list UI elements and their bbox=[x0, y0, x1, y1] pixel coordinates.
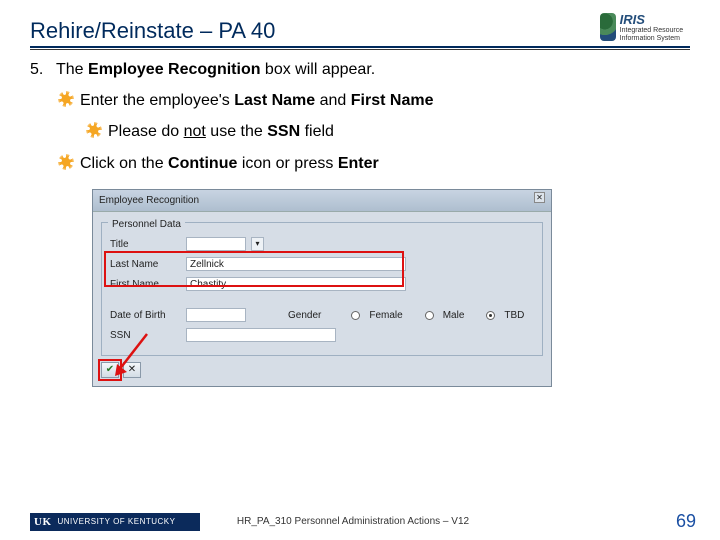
group-legend: Personnel Data bbox=[108, 216, 185, 233]
close-icon[interactable]: ✕ bbox=[534, 192, 545, 203]
bullet-icon bbox=[58, 154, 74, 170]
t: icon or press bbox=[237, 155, 337, 172]
t: use the bbox=[206, 123, 267, 140]
t: Click on the bbox=[80, 155, 168, 172]
title-help-icon[interactable]: ▾ bbox=[251, 237, 264, 251]
t: not bbox=[184, 123, 206, 140]
radio-male[interactable] bbox=[425, 311, 434, 320]
page-number: 69 bbox=[676, 511, 696, 532]
sap-dialog: Employee Recognition ✕ Personnel Data Ti… bbox=[92, 189, 552, 387]
lastname-input[interactable]: Zellnick bbox=[186, 257, 406, 271]
t: Enter the employee's bbox=[80, 92, 234, 109]
label-title: Title bbox=[110, 236, 180, 253]
page-title: Rehire/Reinstate – PA 40 bbox=[30, 18, 600, 44]
iris-logo-text: IRIS bbox=[620, 12, 690, 27]
label-gender: Gender bbox=[288, 307, 321, 324]
label-ssn: SSN bbox=[110, 327, 180, 344]
iris-logo-sub: Integrated Resource Information System bbox=[620, 27, 690, 42]
iris-logo: IRIS Integrated Resource Information Sys… bbox=[600, 10, 690, 44]
footer-text: HR_PA_310 Personnel Administration Actio… bbox=[30, 516, 676, 527]
bullet-enter-names: Enter the employee's Last Name and First… bbox=[80, 87, 433, 114]
radio-female[interactable] bbox=[351, 311, 360, 320]
ssn-input[interactable] bbox=[186, 328, 336, 342]
title-input[interactable] bbox=[186, 237, 246, 251]
bullet-icon bbox=[58, 91, 74, 107]
step-text-pre: The bbox=[56, 61, 88, 78]
bullet-icon bbox=[86, 122, 102, 138]
t: First Name bbox=[351, 92, 434, 109]
step-number: 5. bbox=[30, 56, 48, 83]
t: SSN bbox=[267, 123, 300, 140]
t: and bbox=[315, 92, 351, 109]
radio-female-label: Female bbox=[369, 307, 402, 324]
cancel-button[interactable]: ✕ bbox=[123, 362, 141, 378]
radio-male-label: Male bbox=[443, 307, 465, 324]
label-firstname: First Name bbox=[110, 276, 180, 293]
t: field bbox=[300, 123, 334, 140]
iris-logo-mark bbox=[600, 13, 616, 41]
t: Last Name bbox=[234, 92, 315, 109]
step-text-bold: Employee Recognition bbox=[88, 61, 260, 78]
t: Enter bbox=[338, 155, 379, 172]
dob-input[interactable] bbox=[186, 308, 246, 322]
label-dob: Date of Birth bbox=[110, 307, 180, 324]
radio-tbd[interactable] bbox=[486, 311, 495, 320]
step-text-post: box will appear. bbox=[260, 61, 375, 78]
t: Continue bbox=[168, 155, 237, 172]
radio-tbd-label: TBD bbox=[504, 307, 524, 324]
personnel-data-group: Personnel Data Title ▾ Last Name Zellnic… bbox=[101, 222, 543, 356]
bullet-no-ssn: Please do not use the SSN field bbox=[108, 118, 334, 145]
label-lastname: Last Name bbox=[110, 256, 180, 273]
divider bbox=[30, 49, 690, 50]
firstname-input[interactable]: Chastity bbox=[186, 277, 406, 291]
sap-dialog-title: Employee Recognition bbox=[99, 192, 199, 209]
t: Please do bbox=[108, 123, 184, 140]
continue-button[interactable]: ✔ bbox=[101, 362, 119, 378]
step-text: The Employee Recognition box will appear… bbox=[56, 56, 375, 83]
bullet-continue: Click on the Continue icon or press Ente… bbox=[80, 150, 379, 177]
